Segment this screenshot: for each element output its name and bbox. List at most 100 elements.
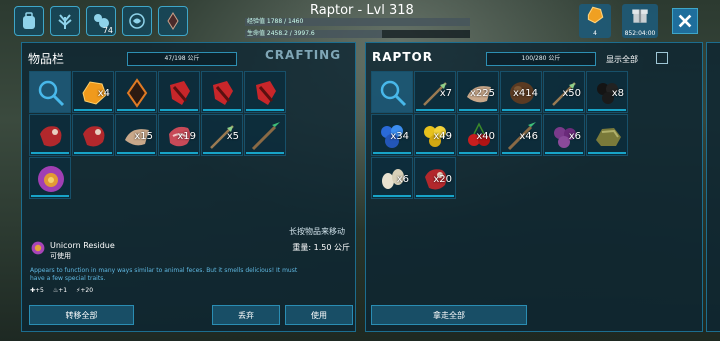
inventory-slot[interactable]: x40 bbox=[457, 114, 499, 156]
inventory-slot[interactable]: x225 bbox=[457, 71, 499, 113]
slot-durability-bar bbox=[74, 109, 112, 111]
slot-durability-bar bbox=[416, 195, 454, 197]
move-hint: 长按物品来移动 bbox=[289, 227, 345, 236]
item-name: Unicorn Residue bbox=[50, 241, 115, 250]
inventory-slot[interactable] bbox=[158, 71, 200, 113]
inventory-slot[interactable] bbox=[201, 71, 243, 113]
slot-quantity: x414 bbox=[512, 88, 538, 99]
slot-durability-bar bbox=[31, 195, 69, 197]
element-crystal-icon bbox=[126, 78, 148, 108]
tab-crafting[interactable]: CRAFTING bbox=[265, 48, 341, 62]
slot-quantity: x6 bbox=[396, 174, 409, 185]
slot-quantity: x5 bbox=[226, 131, 239, 142]
health-bar: 生命值 2458.2 / 3997.6 bbox=[245, 30, 470, 38]
inventory-slot[interactable] bbox=[72, 114, 114, 156]
unicorn-residue-icon bbox=[31, 241, 45, 255]
raw-meat-icon bbox=[83, 126, 105, 147]
search-slot[interactable] bbox=[29, 71, 71, 113]
spear-icon bbox=[251, 122, 280, 151]
slot-durability-bar bbox=[459, 152, 497, 154]
inventory-slot[interactable]: x46 bbox=[500, 114, 542, 156]
slot-durability-bar bbox=[545, 152, 583, 154]
inventory-slot[interactable] bbox=[244, 114, 286, 156]
rock-icon bbox=[596, 128, 621, 146]
gift-box[interactable]: 852:04:00 bbox=[622, 4, 658, 38]
inventory-slot[interactable] bbox=[586, 114, 628, 156]
transfer-all-button[interactable]: 转移全部 bbox=[29, 305, 134, 325]
search-icon bbox=[38, 80, 65, 107]
close-icon bbox=[678, 14, 692, 28]
slot-durability-bar bbox=[246, 109, 284, 111]
slot-durability-bar bbox=[117, 109, 155, 111]
inventory-slot[interactable]: x414 bbox=[500, 71, 542, 113]
take-all-button[interactable]: 拿走全部 bbox=[371, 305, 527, 325]
tribe-icon[interactable]: 74 bbox=[86, 6, 116, 36]
slot-durability-bar bbox=[246, 152, 284, 154]
inventory-slot[interactable]: x19 bbox=[158, 114, 200, 156]
inventory-slot[interactable]: x7 bbox=[414, 71, 456, 113]
inventory-slot[interactable]: x5 bbox=[201, 114, 243, 156]
inventory-slot[interactable]: x20 bbox=[414, 157, 456, 199]
slot-durability-bar bbox=[502, 152, 540, 154]
slot-durability-bar bbox=[545, 109, 583, 111]
slot-quantity: x34 bbox=[390, 131, 409, 142]
item-weight: 重量: 1.50 公斤 bbox=[292, 243, 350, 252]
inventory-slot[interactable]: x34 bbox=[371, 114, 413, 156]
stamina-stat: ⚡+20 bbox=[76, 287, 94, 294]
red-shard-icon bbox=[256, 81, 276, 105]
inventory-slot[interactable]: x6 bbox=[543, 114, 585, 156]
raptor-weight: 100/280 公斤 bbox=[486, 52, 596, 66]
slot-durability-bar bbox=[459, 109, 497, 111]
map-icon[interactable] bbox=[122, 6, 152, 36]
show-all-label: 显示全部 bbox=[606, 55, 638, 64]
inventory-slot[interactable]: x6 bbox=[371, 157, 413, 199]
slot-quantity: x7 bbox=[439, 88, 452, 99]
unicorn-residue-icon bbox=[38, 166, 64, 192]
raptor-inventory-panel: RAPTOR 100/280 公斤 显示全部 x7 x225 x414 x50 x8 x3… bbox=[365, 42, 703, 332]
use-button[interactable]: 使用 bbox=[285, 305, 353, 325]
slot-durability-bar bbox=[416, 152, 454, 154]
item-usable: 可使用 bbox=[50, 252, 71, 260]
slot-durability-bar bbox=[203, 109, 241, 111]
inventory-slot[interactable] bbox=[29, 114, 71, 156]
inventory-slot[interactable] bbox=[244, 71, 286, 113]
slot-quantity: x4 bbox=[97, 88, 110, 99]
inventory-slot[interactable]: x8 bbox=[586, 71, 628, 113]
top-bar: 74 Raptor - Lvl 318 经验值 1788 / 1460 生命值 … bbox=[0, 0, 720, 42]
inventory-slot[interactable]: x4 bbox=[72, 71, 114, 113]
raptor-title: RAPTOR bbox=[372, 50, 433, 64]
inventory-slot[interactable]: x49 bbox=[414, 114, 456, 156]
inventory-slot[interactable]: x15 bbox=[115, 114, 157, 156]
amber-currency[interactable]: 4 bbox=[579, 4, 611, 38]
backpack-icon[interactable] bbox=[14, 6, 44, 36]
gift-timer: 852:04:00 bbox=[624, 30, 656, 37]
health-stat: ✚+5 bbox=[30, 287, 44, 294]
slot-durability-bar bbox=[502, 109, 540, 111]
side-panel bbox=[706, 42, 720, 332]
slot-quantity: x40 bbox=[476, 131, 495, 142]
slot-quantity: x46 bbox=[519, 131, 538, 142]
slot-quantity: x8 bbox=[611, 88, 624, 99]
slot-quantity: x6 bbox=[568, 131, 581, 142]
slot-durability-bar bbox=[74, 152, 112, 154]
engram-icon[interactable] bbox=[50, 6, 80, 36]
gift-icon bbox=[632, 9, 648, 23]
close-button[interactable] bbox=[672, 8, 698, 34]
amber-icon bbox=[587, 6, 604, 24]
show-all-checkbox[interactable] bbox=[656, 52, 668, 64]
slot-quantity: x20 bbox=[433, 174, 452, 185]
slot-quantity: x19 bbox=[177, 131, 196, 142]
slot-durability-bar bbox=[373, 195, 411, 197]
slot-durability-bar bbox=[588, 109, 626, 111]
slot-quantity: x15 bbox=[134, 131, 153, 142]
inventory-slot[interactable]: x50 bbox=[543, 71, 585, 113]
drop-button[interactable]: 丢弃 bbox=[212, 305, 280, 325]
crystal-icon[interactable] bbox=[158, 6, 188, 36]
red-shard-icon bbox=[170, 81, 190, 105]
player-inventory-panel: 物品栏 47/198 公斤 CRAFTING x4 x15 x19 x5 长按物品来移… bbox=[21, 42, 356, 332]
inventory-slot[interactable] bbox=[29, 157, 71, 199]
slot-quantity: x49 bbox=[433, 131, 452, 142]
search-slot[interactable] bbox=[371, 71, 413, 113]
inventory-slot[interactable] bbox=[115, 71, 157, 113]
food-stat: ♨+1 bbox=[52, 287, 68, 294]
